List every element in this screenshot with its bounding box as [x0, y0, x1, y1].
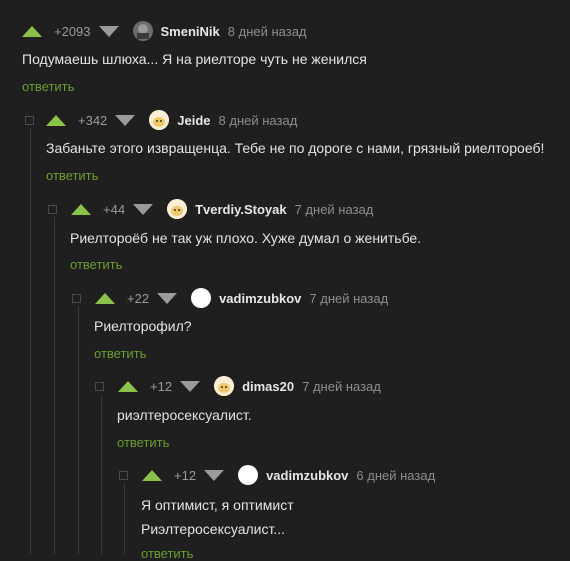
- comment-text: риэлтеросексуалист.: [117, 407, 252, 423]
- upvote-icon[interactable]: [22, 25, 42, 37]
- reply-link[interactable]: ответить: [70, 257, 122, 272]
- username[interactable]: vadimzubkov: [266, 468, 348, 483]
- comment-time[interactable]: 6 дней назад: [356, 468, 435, 483]
- comment-header: +2093 SmeniNik 8 дней назад: [22, 21, 307, 41]
- avatar[interactable]: [214, 376, 235, 396]
- comment-rating: +12: [174, 467, 197, 483]
- downvote-icon[interactable]: [115, 114, 136, 126]
- thread-line: [101, 395, 102, 554]
- avatar[interactable]: [167, 199, 188, 219]
- comment-header: +22 vadimzubkov 7 дней назад: [72, 288, 388, 308]
- comment-text: Риелторофил?: [94, 318, 192, 334]
- downvote-icon[interactable]: [98, 25, 119, 37]
- comment-rating: +12: [150, 378, 173, 394]
- username[interactable]: vadimzubkov: [219, 291, 301, 306]
- downvote-icon[interactable]: [180, 380, 201, 392]
- avatar[interactable]: [191, 288, 212, 308]
- reply-link[interactable]: ответить: [22, 79, 74, 94]
- username[interactable]: SmeniNik: [161, 24, 220, 39]
- upvote-icon[interactable]: [142, 469, 162, 481]
- username[interactable]: Jeide: [177, 113, 210, 128]
- comment-header: +44 Tverdiy.Stoyak 7 дней назад: [48, 199, 373, 219]
- avatar[interactable]: [149, 110, 170, 130]
- collapse-toggle[interactable]: [72, 293, 81, 303]
- comment-rating: +2093: [54, 23, 91, 39]
- avatar[interactable]: [238, 465, 259, 485]
- username[interactable]: Tverdiy.Stoyak: [195, 202, 287, 217]
- reply-link[interactable]: ответить: [117, 435, 169, 450]
- comment-time[interactable]: 7 дней назад: [295, 202, 374, 217]
- avatar[interactable]: [132, 21, 153, 41]
- collapse-toggle[interactable]: [25, 115, 34, 125]
- comment-time[interactable]: 8 дней назад: [228, 24, 307, 39]
- comment-header: +12 dimas20 7 дней назад: [95, 376, 381, 396]
- comment-header: +12 vadimzubkov 6 дней назад: [119, 465, 435, 485]
- reply-link[interactable]: ответить: [46, 168, 98, 183]
- downvote-icon[interactable]: [133, 203, 154, 215]
- comment-time[interactable]: 7 дней назад: [309, 291, 388, 306]
- comment-text: Забаньте этого извращенца. Тебе не по до…: [46, 140, 545, 156]
- comment-header: +342 Jeide 8 дней назад: [25, 110, 297, 130]
- downvote-icon[interactable]: [157, 292, 178, 304]
- comment-time[interactable]: 7 дней назад: [302, 379, 381, 394]
- comment-text: Подумаешь шлюха... Я на риелторе чуть не…: [22, 51, 367, 67]
- upvote-icon[interactable]: [118, 380, 138, 392]
- thread-line: [30, 128, 31, 554]
- comment-rating: +342: [78, 112, 108, 128]
- collapse-toggle[interactable]: [95, 381, 104, 391]
- thread-line: [124, 484, 125, 554]
- thread-line: [54, 217, 55, 554]
- upvote-icon[interactable]: [46, 114, 66, 126]
- collapse-toggle[interactable]: [119, 470, 128, 480]
- comment-text-line-2: Риэлтеросексуалист...: [141, 521, 285, 537]
- thread-line: [78, 306, 79, 554]
- comment-text: Риелтороёб не так уж плохо. Хуже думал о…: [70, 230, 422, 246]
- collapse-toggle[interactable]: [48, 204, 57, 214]
- comment-rating: +44: [103, 201, 126, 217]
- downvote-icon[interactable]: [204, 469, 225, 481]
- upvote-icon[interactable]: [71, 203, 91, 215]
- comment-rating: +22: [127, 290, 150, 306]
- upvote-icon[interactable]: [95, 292, 115, 304]
- comment-text-line-1: Я оптимист, я оптимист: [141, 497, 294, 513]
- username[interactable]: dimas20: [242, 379, 294, 394]
- reply-link[interactable]: ответить: [94, 346, 146, 361]
- comment-time[interactable]: 8 дней назад: [219, 113, 298, 128]
